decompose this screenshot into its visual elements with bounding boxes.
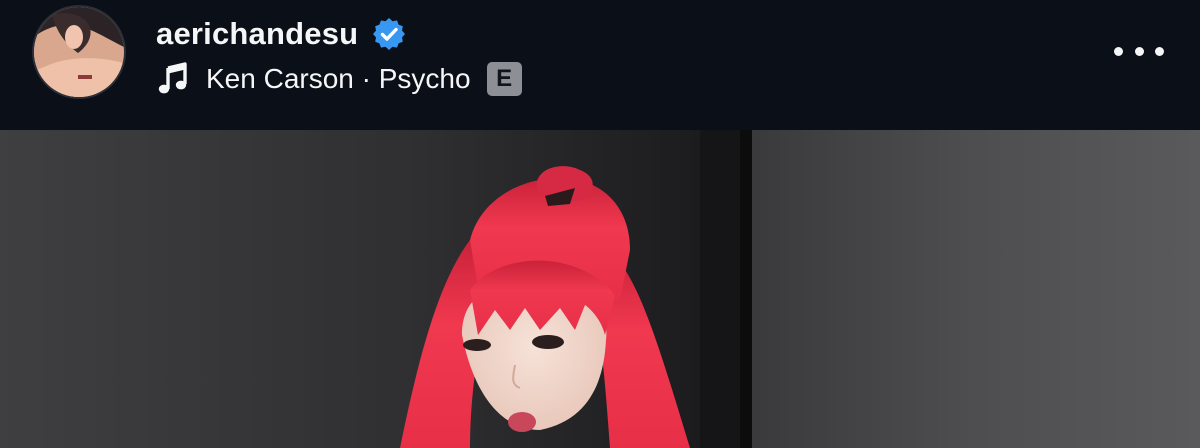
username[interactable]: aerichandesu <box>156 16 358 52</box>
username-row: aerichandesu <box>156 14 406 54</box>
more-dot <box>1134 46 1144 56</box>
post-header: aerichandesu Ken Carson · Psycho E <box>0 0 1200 130</box>
post-photo[interactable] <box>0 130 1200 448</box>
photo-content <box>0 130 1200 448</box>
more-dot <box>1155 46 1164 56</box>
music-note-icon <box>156 62 190 96</box>
more-options-icon[interactable] <box>1114 38 1164 64</box>
music-attribution[interactable]: Ken Carson · Psycho E <box>156 60 522 98</box>
more-dot <box>1114 46 1123 56</box>
profile-avatar[interactable] <box>32 5 126 99</box>
explicit-badge: E <box>486 62 522 96</box>
song-title: Ken Carson · Psycho <box>206 63 471 94</box>
instagram-post: aerichandesu Ken Carson · Psycho E <box>0 0 1200 448</box>
avatar-photo <box>34 7 124 97</box>
verified-badge-icon <box>372 17 406 51</box>
